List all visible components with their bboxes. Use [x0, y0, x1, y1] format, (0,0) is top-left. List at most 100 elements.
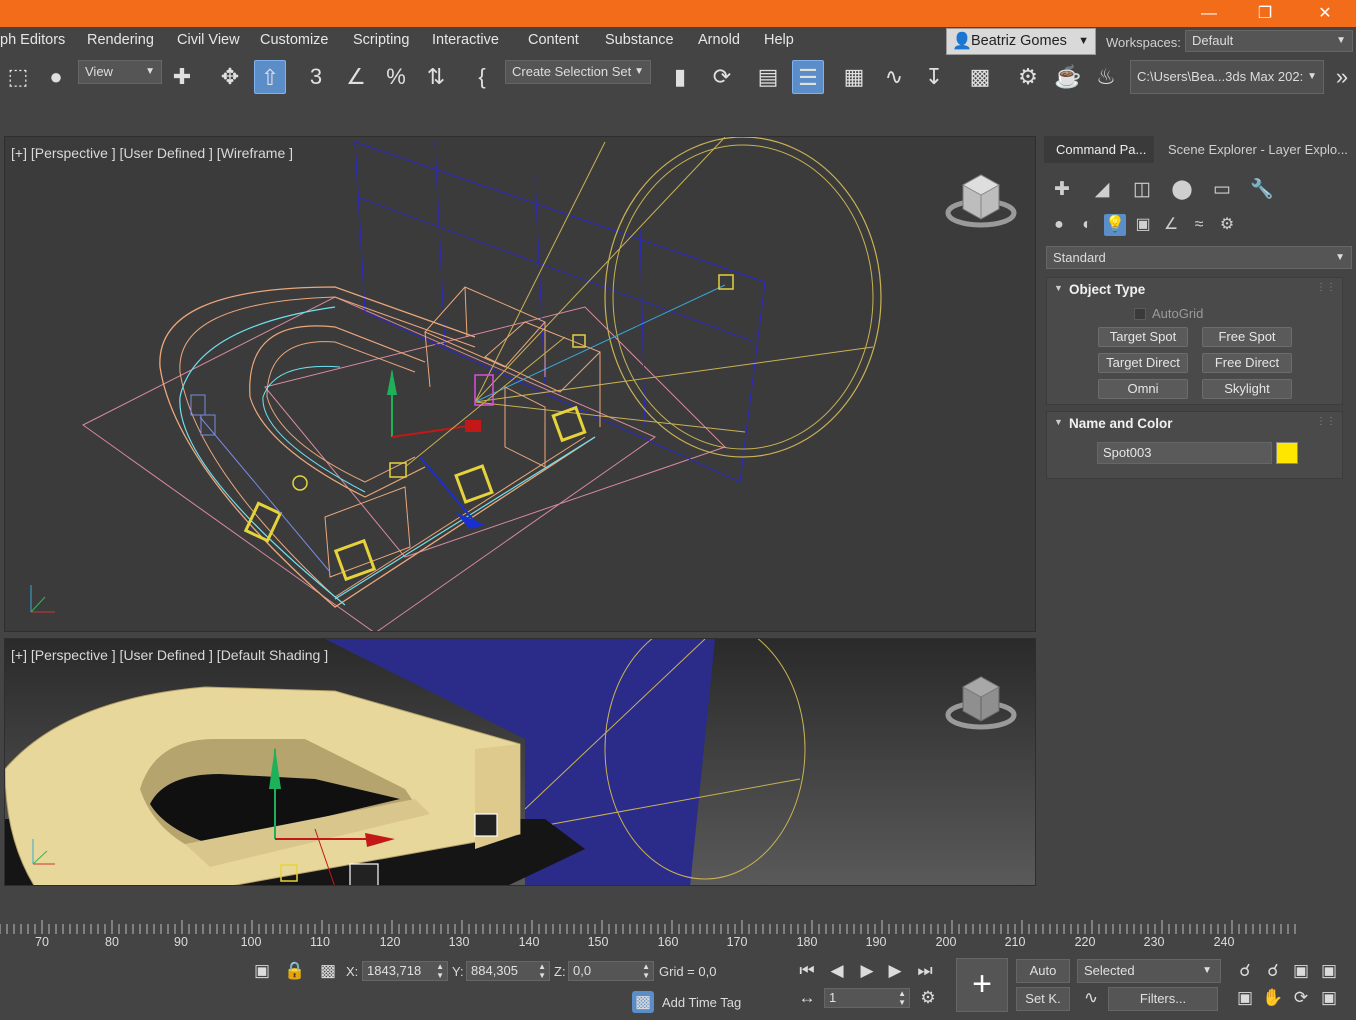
snap-3d-icon[interactable]: 3 — [300, 60, 332, 94]
menu-graph-editors[interactable]: ph Editors — [0, 32, 65, 48]
viewcube-icon[interactable] — [945, 669, 1017, 739]
align-icon[interactable]: ⟳ — [706, 60, 738, 94]
zoom-extents-icon[interactable]: ▣ — [1290, 960, 1312, 982]
key-tangent-icon[interactable]: ∿ — [1080, 987, 1102, 1009]
orbit-icon[interactable]: ⟳ — [1290, 987, 1312, 1009]
lock-icon[interactable]: 🔒 — [284, 960, 306, 982]
time-configuration-icon[interactable]: ⚙ — [917, 987, 939, 1009]
modify-icon[interactable]: ◢ — [1088, 176, 1116, 204]
render-setup-icon[interactable]: ⚙ — [1012, 60, 1044, 94]
add-time-tag-label[interactable]: Add Time Tag — [662, 995, 741, 1010]
target-spot-button[interactable]: Target Spot — [1098, 327, 1188, 347]
curve-editor-icon[interactable]: ∿ — [878, 60, 910, 94]
named-selection-icon[interactable]: { — [466, 60, 498, 94]
track-bar[interactable]: 70 80 90 100 110 120 130 140 150 160 170… — [0, 918, 1300, 952]
percent-snap-icon[interactable]: % — [380, 60, 412, 94]
grip-icon[interactable]: ⋮⋮ — [1316, 416, 1336, 427]
key-filter-dropdown[interactable]: Selected ▼ — [1077, 959, 1221, 983]
omni-button[interactable]: Omni — [1098, 379, 1188, 399]
rendered-frame-icon[interactable]: ☕ — [1052, 60, 1084, 94]
skylight-button[interactable]: Skylight — [1202, 379, 1292, 399]
tab-command-panel[interactable]: Command Pa... — [1044, 136, 1154, 163]
target-direct-button[interactable]: Target Direct — [1098, 353, 1188, 373]
menu-substance[interactable]: Substance — [605, 32, 674, 48]
menu-arnold[interactable]: Arnold — [698, 32, 740, 48]
schematic-view-icon[interactable]: ↧ — [918, 60, 950, 94]
free-spot-button[interactable]: Free Spot — [1202, 327, 1292, 347]
select-manipulate-icon[interactable]: ⇧ — [254, 60, 286, 94]
cameras-icon[interactable]: ▣ — [1132, 214, 1154, 236]
field-of-view-icon[interactable]: ▣ — [1234, 987, 1256, 1009]
time-tag-icon[interactable]: ▩ — [632, 991, 654, 1013]
pan-icon[interactable]: ✋ — [1262, 987, 1284, 1009]
tab-scene-explorer[interactable]: Scene Explorer - Layer Explo... — [1156, 136, 1352, 163]
set-key-icon[interactable]: + — [956, 958, 1008, 1012]
create-icon[interactable]: ✚ — [1048, 176, 1076, 204]
go-to-end-icon[interactable]: ⏭ — [914, 960, 936, 982]
close-icon[interactable]: ✕ — [1302, 0, 1348, 27]
helpers-icon[interactable]: ∠ — [1160, 214, 1182, 236]
go-to-start-icon[interactable]: ⏮ — [796, 960, 818, 982]
zoom-all-icon[interactable]: ☌ — [1262, 960, 1284, 982]
free-direct-button[interactable]: Free Direct — [1202, 353, 1292, 373]
zoom-icon[interactable]: ☌ — [1234, 960, 1256, 982]
layer-explorer-icon[interactable]: ☰ — [792, 60, 824, 94]
key-filters-button[interactable]: Filters... — [1108, 987, 1218, 1011]
menu-civil-view[interactable]: Civil View — [177, 32, 240, 48]
workspace-select[interactable]: Default ▼ — [1185, 30, 1353, 52]
viewcube-icon[interactable] — [945, 167, 1017, 237]
name-color-title[interactable]: Name and Color — [1069, 416, 1173, 431]
current-frame-field[interactable]: 1 ▲ ▼ — [824, 988, 910, 1008]
motion-icon[interactable]: ⬤ — [1168, 176, 1196, 204]
minimize-icon[interactable]: — — [1186, 0, 1232, 27]
scene-explorer-icon[interactable]: ▤ — [752, 60, 784, 94]
move-icon[interactable]: ✥ — [214, 60, 246, 94]
previous-frame-icon[interactable]: ◀ — [826, 960, 848, 982]
menu-content[interactable]: Content — [528, 32, 579, 48]
systems-icon[interactable]: ⚙ — [1216, 214, 1238, 236]
spinner-snap-icon[interactable]: ⇅ — [420, 60, 452, 94]
viewport-label-top[interactable]: [+] [Perspective ] [User Defined ] [Wire… — [11, 145, 293, 161]
menu-rendering[interactable]: Rendering — [87, 32, 154, 48]
maximize-viewport-icon[interactable]: ▣ — [1318, 987, 1340, 1009]
zoom-extents-all-icon[interactable]: ▣ — [1318, 960, 1340, 982]
viewport-perspective-shaded[interactable]: [+] [Perspective ] [User Defined ] [Defa… — [4, 638, 1036, 886]
x-coordinate-field[interactable]: 1843,718 ▲ ▼ — [362, 961, 448, 981]
project-folder-dropdown[interactable]: C:\Users\Bea...3ds Max 202: ▼ — [1130, 60, 1324, 94]
object-type-title[interactable]: Object Type — [1069, 282, 1145, 297]
set-key-button[interactable]: Set K. — [1016, 987, 1070, 1011]
object-color-swatch[interactable] — [1276, 442, 1298, 464]
y-coordinate-field[interactable]: 884,305 ▲ ▼ — [466, 961, 550, 981]
space-warps-icon[interactable]: ≈ — [1188, 214, 1210, 236]
auto-key-button[interactable]: Auto — [1016, 959, 1070, 983]
menu-interactive[interactable]: Interactive — [432, 32, 499, 48]
link-icon[interactable]: ● — [40, 60, 72, 94]
menu-customize[interactable]: Customize — [260, 32, 329, 48]
restore-icon[interactable]: ❐ — [1242, 0, 1288, 27]
ribbon-icon[interactable]: ▦ — [838, 60, 870, 94]
isolate-selection-icon[interactable]: ▣ — [251, 960, 273, 982]
render-teapot-icon[interactable]: ♨ — [1090, 60, 1122, 94]
absolute-mode-icon[interactable]: ▩ — [317, 960, 339, 982]
play-icon[interactable]: ▶ — [856, 960, 878, 982]
viewport-perspective-wireframe[interactable]: [+] [Perspective ] [User Defined ] [Wire… — [4, 136, 1036, 632]
menu-help[interactable]: Help — [764, 32, 794, 48]
key-mode-icon[interactable]: ↔ — [796, 987, 818, 1009]
shapes-icon[interactable]: ◐ — [1076, 214, 1098, 236]
reference-coord-dropdown[interactable]: View ▼ — [78, 60, 162, 84]
z-coordinate-field[interactable]: 0,0 ▲ ▼ — [568, 961, 654, 981]
geometry-icon[interactable]: ● — [1048, 214, 1070, 236]
utilities-icon[interactable]: 🔧 — [1248, 176, 1276, 204]
grip-icon[interactable]: ⋮⋮ — [1316, 282, 1336, 293]
user-account-button[interactable]: 👤 Beatriz Gomes ▼ — [946, 28, 1096, 55]
pivot-icon[interactable]: ✚ — [166, 60, 198, 94]
material-editor-icon[interactable]: ▩ — [964, 60, 996, 94]
menu-scripting[interactable]: Scripting — [353, 32, 409, 48]
collapse-triangle-icon[interactable]: ▼ — [1054, 417, 1063, 427]
selection-set-dropdown[interactable]: Create Selection Set ▼ — [505, 60, 651, 84]
collapse-triangle-icon[interactable]: ▼ — [1054, 283, 1063, 293]
toolbar-overflow-icon[interactable]: » — [1326, 60, 1356, 94]
display-icon[interactable]: ▭ — [1208, 176, 1236, 204]
object-name-field[interactable]: Spot003 — [1097, 442, 1272, 464]
autogrid-checkbox[interactable] — [1134, 308, 1146, 320]
